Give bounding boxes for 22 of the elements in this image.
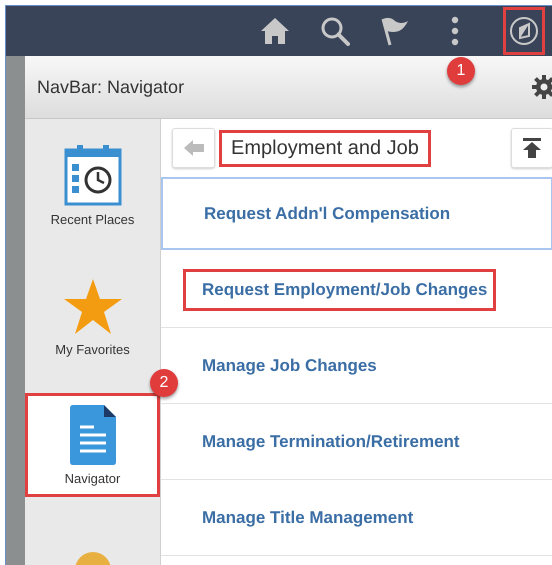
more-icon xyxy=(451,16,459,46)
document-icon xyxy=(70,404,116,464)
panel-title: NavBar: Navigator xyxy=(37,76,184,98)
folder-title: Employment and Job xyxy=(219,130,431,166)
scroll-top-button[interactable] xyxy=(511,128,552,168)
sidebar-item[interactable]: Recent Places xyxy=(25,119,160,251)
menu-link[interactable]: Request Addn'l Compensation xyxy=(185,192,460,234)
star-icon xyxy=(62,278,122,336)
sidebar-item[interactable]: Navigator xyxy=(25,393,160,497)
compass-icon xyxy=(509,16,539,46)
menu-link[interactable]: Manage Title Management xyxy=(183,496,422,538)
flag-icon xyxy=(380,16,410,46)
navigator-button[interactable] xyxy=(503,7,545,55)
arrow-to-top-icon xyxy=(523,138,541,158)
calendar-clock-icon xyxy=(64,144,122,206)
search-icon xyxy=(320,16,350,46)
settings-icon[interactable] xyxy=(532,75,552,99)
left-arrow-icon xyxy=(184,140,204,156)
menu-link[interactable]: Manage Termination/Retirement xyxy=(183,420,469,462)
menu-link[interactable]: Manage Job Changes xyxy=(183,344,386,386)
menu-link[interactable]: Request Employment/Job Changes xyxy=(183,268,496,310)
home-icon xyxy=(260,17,290,45)
